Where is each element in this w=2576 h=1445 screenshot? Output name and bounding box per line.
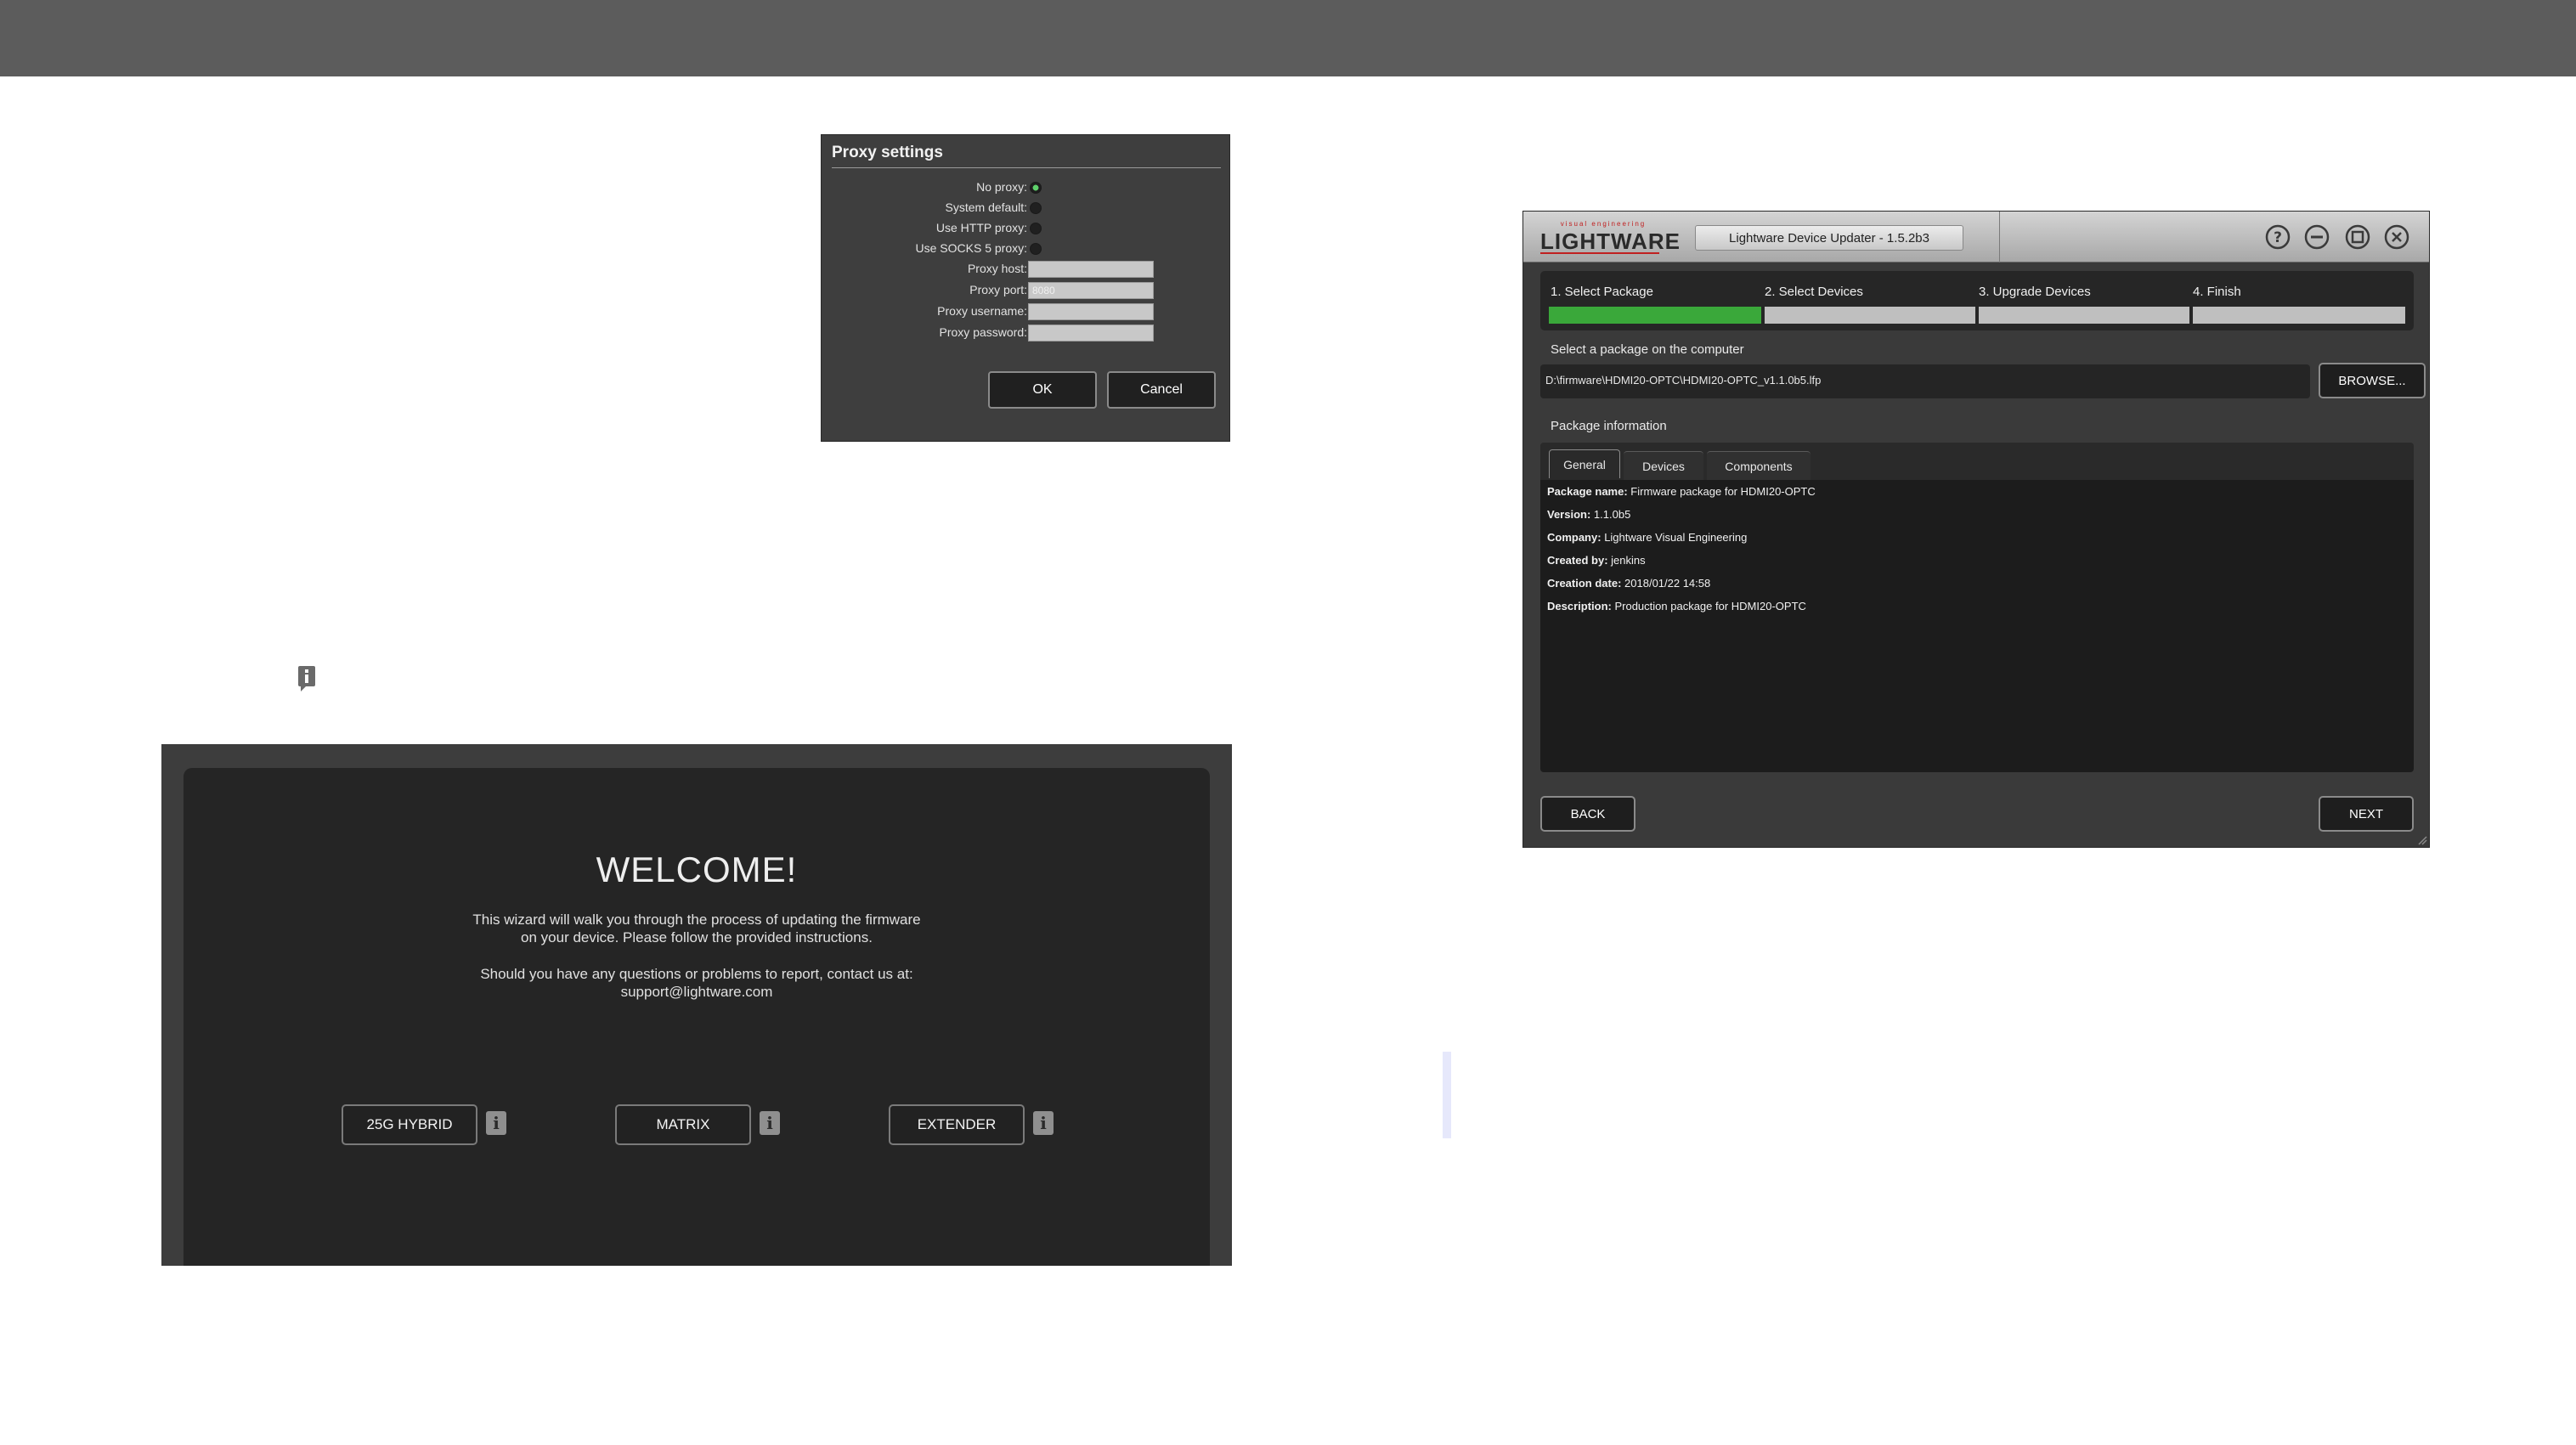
page-header-bar: [0, 0, 2576, 76]
ok-button[interactable]: OK: [988, 371, 1097, 409]
tab-general[interactable]: General: [1549, 449, 1620, 478]
info-key: Created by:: [1547, 554, 1608, 567]
minimize-icon[interactable]: [2303, 223, 2330, 251]
info-version: Version: 1.1.0b5: [1547, 508, 1630, 521]
info-package-name: Package name: Firmware package for HDMI2…: [1547, 485, 1816, 498]
proxy-host-row: Proxy host:: [822, 259, 1231, 279]
step-progress-3: [1979, 307, 2189, 324]
system-default-row[interactable]: System default:: [822, 198, 1231, 218]
25g-hybrid-button[interactable]: 25G HYBRID: [342, 1104, 477, 1145]
info-icon[interactable]: i: [486, 1111, 506, 1135]
package-path-input[interactable]: D:\firmware\HDMI20-OPTC\HDMI20-OPTC_v1.1…: [1540, 364, 2310, 398]
proxy-host-label: Proxy host:: [967, 262, 1027, 275]
info-key: Company:: [1547, 531, 1602, 544]
step-finish: 4. Finish: [2193, 285, 2241, 299]
socks5-proxy-radio[interactable]: [1030, 243, 1042, 255]
system-default-label: System default:: [945, 200, 1028, 214]
welcome-line-2: on your device. Please follow the provid…: [521, 929, 873, 945]
info-icon[interactable]: i: [760, 1111, 780, 1135]
browse-button[interactable]: BROWSE...: [2319, 363, 2426, 398]
package-info-tabs: General Devices Components: [1540, 443, 2414, 480]
package-information-label: Package information: [1551, 419, 1667, 433]
tab-components[interactable]: Components: [1707, 451, 1811, 480]
step-progress-2: [1765, 307, 1975, 324]
proxy-settings-dialog: Proxy settings No proxy: System default:…: [821, 134, 1230, 442]
info-value: Lightware Visual Engineering: [1604, 531, 1748, 544]
accent-bar: [1443, 1052, 1451, 1138]
back-button[interactable]: BACK: [1540, 796, 1635, 832]
close-icon[interactable]: [2383, 223, 2410, 251]
http-proxy-row[interactable]: Use HTTP proxy:: [822, 218, 1231, 239]
window-title: Lightware Device Updater - 1.5.2b3: [1695, 225, 1963, 251]
divider: [832, 167, 1221, 168]
http-proxy-radio[interactable]: [1030, 223, 1042, 234]
proxy-host-input[interactable]: [1028, 261, 1154, 278]
info-key: Version:: [1547, 508, 1591, 521]
logo-text: LIGHTWARE: [1540, 229, 1681, 254]
socks5-proxy-row[interactable]: Use SOCKS 5 proxy:: [822, 239, 1231, 259]
welcome-window: WELCOME! This wizard will walk you throu…: [161, 744, 1232, 1266]
welcome-panel: WELCOME! This wizard will walk you throu…: [184, 768, 1210, 1266]
step-select-package: 1. Select Package: [1551, 285, 1653, 299]
proxy-username-label: Proxy username:: [937, 304, 1027, 318]
extender-button[interactable]: EXTENDER: [889, 1104, 1025, 1145]
device-updater-window: visual engineering LIGHTWARE Lightware D…: [1522, 211, 2430, 848]
info-icon[interactable]: i: [1033, 1111, 1054, 1135]
proxy-port-row: 8080 Proxy port: 8080: [822, 280, 1231, 301]
step-progress-4: [2193, 307, 2405, 324]
proxy-port-label: Proxy port:: [969, 283, 1027, 296]
step-select-devices: 2. Select Devices: [1765, 285, 1863, 299]
info-value: jenkins: [1611, 554, 1646, 567]
support-email: support@lightware.com: [620, 984, 773, 1000]
info-created-by: Created by: jenkins: [1547, 554, 1646, 567]
proxy-password-row: Proxy password:: [822, 323, 1231, 343]
proxy-password-input[interactable]: [1028, 325, 1154, 341]
no-proxy-radio[interactable]: [1030, 182, 1042, 194]
socks5-proxy-label: Use SOCKS 5 proxy:: [915, 241, 1028, 255]
logo-underline: [1540, 252, 1659, 254]
info-key: Creation date:: [1547, 577, 1622, 590]
step-upgrade-devices: 3. Upgrade Devices: [1979, 285, 2091, 299]
matrix-button[interactable]: MATRIX: [615, 1104, 751, 1145]
http-proxy-label: Use HTTP proxy:: [935, 221, 1027, 234]
info-creation-date: Creation date: 2018/01/22 14:58: [1547, 577, 1710, 590]
maximize-icon[interactable]: [2344, 223, 2371, 251]
no-proxy-label: No proxy:: [976, 180, 1027, 194]
info-icon: [298, 666, 315, 691]
info-company: Company: Lightware Visual Engineering: [1547, 531, 1747, 544]
info-description: Description: Production package for HDMI…: [1547, 600, 1806, 612]
info-key: Description:: [1547, 600, 1612, 612]
cancel-button[interactable]: Cancel: [1107, 371, 1216, 409]
proxy-username-row: Proxy username:: [822, 302, 1231, 322]
welcome-line-1: This wizard will walk you through the pr…: [472, 912, 921, 928]
title-bar: visual engineering LIGHTWARE Lightware D…: [1523, 212, 2429, 262]
step-progress-1: [1549, 307, 1761, 324]
proxy-dialog-title: Proxy settings: [832, 144, 943, 161]
info-value: 2018/01/22 14:58: [1624, 577, 1711, 590]
welcome-line-3: Should you have any questions or problem…: [480, 966, 913, 982]
info-value: 1.1.0b5: [1593, 508, 1631, 521]
system-default-radio[interactable]: [1030, 202, 1042, 214]
logo-tagline: visual engineering: [1560, 220, 1647, 228]
welcome-title: WELCOME!: [596, 850, 798, 889]
next-button[interactable]: NEXT: [2319, 796, 2414, 832]
lightware-logo: visual engineering LIGHTWARE: [1540, 220, 1680, 254]
help-icon[interactable]: ?: [2264, 223, 2291, 251]
info-value: Firmware package for HDMI20-OPTC: [1630, 485, 1816, 498]
info-key: Package name:: [1547, 485, 1628, 498]
proxy-port-input[interactable]: 8080: [1028, 282, 1154, 299]
resize-grip-icon[interactable]: [2417, 835, 2427, 845]
tab-devices[interactable]: Devices: [1624, 451, 1703, 480]
package-info-panel: Package name: Firmware package for HDMI2…: [1540, 480, 2414, 772]
select-package-label: Select a package on the computer: [1551, 342, 1744, 357]
info-value: Production package for HDMI20-OPTC: [1614, 600, 1806, 612]
wizard-steps: 1. Select Package 2. Select Devices 3. U…: [1540, 271, 2414, 330]
no-proxy-row[interactable]: No proxy:: [822, 178, 1231, 198]
proxy-username-input[interactable]: [1028, 303, 1154, 320]
title-separator: [1999, 212, 2000, 262]
proxy-password-label: Proxy password:: [939, 325, 1027, 339]
svg-text:?: ?: [2274, 229, 2282, 246]
